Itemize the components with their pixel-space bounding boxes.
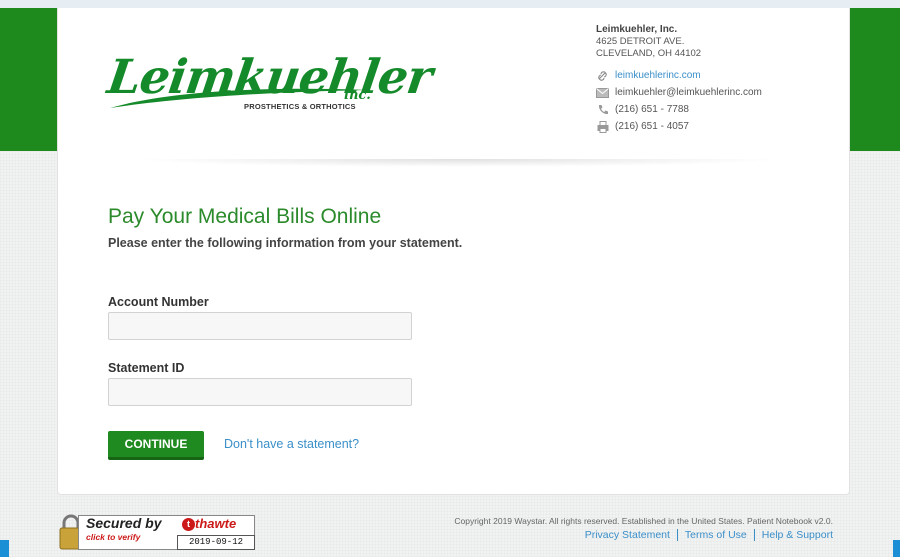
address-line-2: CLEVELAND, OH 44102 <box>596 48 702 59</box>
fax-text: (216) 651 - 4057 <box>615 121 689 132</box>
page-title: Pay Your Medical Bills Online <box>108 205 382 228</box>
help-support-link[interactable]: Help & Support <box>762 529 833 541</box>
logo-wordmark: Leimkuehler <box>104 50 435 105</box>
address-line-1: 4625 DETROIT AVE. <box>596 36 685 47</box>
privacy-statement-link[interactable]: Privacy Statement <box>585 529 670 541</box>
thawte-seal[interactable]: Secured by t thawte click to verify 2019-… <box>58 512 256 550</box>
logo-tagline: PROSTHETICS & ORTHOTICS <box>244 102 356 111</box>
link-separator <box>753 529 755 542</box>
seal-date: 2019-09-12 <box>177 535 255 550</box>
statement-id-input[interactable] <box>108 378 412 406</box>
company-logo[interactable]: Leimkuehler inc. PROSTHETICS & ORTHOTICS <box>104 48 435 118</box>
payment-form: Pay Your Medical Bills Online Please ent… <box>108 204 463 460</box>
right-accent <box>893 540 900 557</box>
envelope-icon <box>596 87 609 99</box>
continue-button[interactable]: CONTINUE <box>108 431 204 460</box>
card-header: Leimkuehler inc. PROSTHETICS & ORTHOTICS… <box>58 8 849 158</box>
no-statement-link[interactable]: Don't have a statement? <box>224 437 359 451</box>
terms-of-use-link[interactable]: Terms of Use <box>685 529 747 541</box>
left-accent <box>0 540 9 557</box>
website-link[interactable]: leimkuehlerinc.com <box>615 70 701 81</box>
main-card: Leimkuehler inc. PROSTHETICS & ORTHOTICS… <box>57 8 850 495</box>
seal-click-to-verify: click to verify <box>86 532 141 542</box>
footer-links: Privacy Statement Terms of Use Help & Supp… <box>454 529 833 542</box>
seal-thawte-text: thawte <box>195 516 237 531</box>
footer: Copyright 2019 Waystar. All rights reser… <box>454 516 833 542</box>
seal-secured-by: Secured by <box>86 515 162 531</box>
account-number-label: Account Number <box>108 295 209 309</box>
seal-thawte-brand: t thawte <box>182 516 236 531</box>
link-separator <box>676 529 678 542</box>
contact-website: leimkuehlerinc.com <box>596 67 762 84</box>
phone-icon <box>596 104 609 116</box>
copyright-text: Copyright 2019 Waystar. All rights reser… <box>454 516 833 526</box>
top-strip <box>0 0 900 8</box>
fax-icon <box>596 120 609 133</box>
header-divider <box>133 159 783 167</box>
statement-id-label: Statement ID <box>108 361 185 375</box>
contact-phone: (216) 651 - 7788 <box>596 101 762 118</box>
company-name: Leimkuehler, Inc. <box>596 24 678 35</box>
email-text: leimkuehler@leimkuehlerinc.com <box>615 87 762 98</box>
link-icon <box>596 70 609 82</box>
account-number-input[interactable] <box>108 312 412 340</box>
form-instructions: Please enter the following information f… <box>108 236 463 250</box>
contact-block: Leimkuehler, Inc. 4625 DETROIT AVE. CLEV… <box>596 24 762 135</box>
contact-email: leimkuehler@leimkuehlerinc.com <box>596 84 762 101</box>
phone-text: (216) 651 - 7788 <box>615 104 689 115</box>
contact-fax: (216) 651 - 4057 <box>596 118 762 135</box>
thawte-icon: t <box>182 518 195 531</box>
logo-inc: inc. <box>344 88 371 103</box>
